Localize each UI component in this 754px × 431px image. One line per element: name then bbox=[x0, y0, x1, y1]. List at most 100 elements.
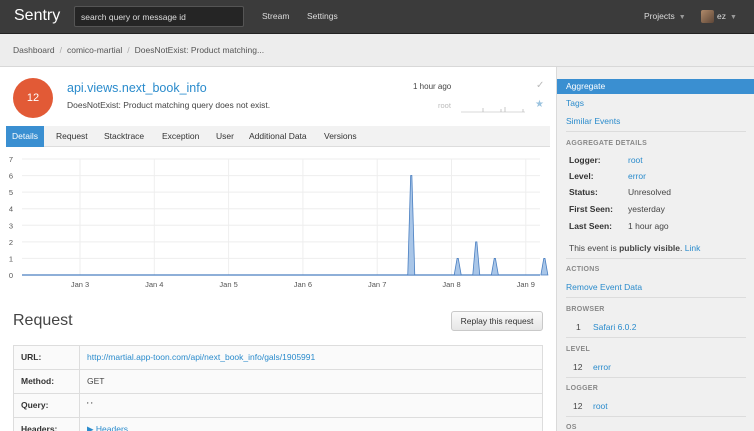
breadcrumb-current: DoesNotExist: Product matching... bbox=[134, 45, 265, 55]
y-tick-label: 2 bbox=[9, 238, 13, 247]
tab-details[interactable]: Details bbox=[6, 126, 44, 147]
detail-level-link[interactable]: error bbox=[628, 171, 646, 181]
area-spike bbox=[453, 258, 462, 276]
breadcrumb-dashboard[interactable]: Dashboard bbox=[13, 45, 55, 55]
avatar[interactable] bbox=[701, 10, 714, 23]
detail-key: Last Seen: bbox=[569, 221, 612, 231]
chevron-down-icon: ▼ bbox=[678, 14, 686, 21]
sidebar: Aggregate Tags Similar Events AGGREGATE … bbox=[556, 67, 754, 431]
divider bbox=[566, 258, 746, 259]
actions-heading: ACTIONS bbox=[566, 266, 600, 273]
x-tick-label: Jan 6 bbox=[294, 280, 312, 289]
request-url-link[interactable]: http://martial.app-toon.com/api/next_boo… bbox=[87, 346, 315, 369]
table-row: URL: http://martial.app-toon.com/api/nex… bbox=[14, 346, 542, 370]
table-row: Method: GET bbox=[14, 370, 542, 394]
tab-versions[interactable]: Versions bbox=[318, 126, 363, 147]
area-spike bbox=[472, 241, 481, 276]
level-value-link[interactable]: error bbox=[593, 362, 611, 372]
level-heading: LEVEL bbox=[566, 346, 591, 353]
sidebar-item-similar-events[interactable]: Similar Events bbox=[566, 116, 620, 126]
detail-first-seen-value: yesterday bbox=[628, 204, 665, 214]
projects-dropdown[interactable]: Projects ▼ bbox=[644, 11, 686, 21]
level-count: 12 bbox=[573, 362, 583, 372]
chevron-down-icon: ▼ bbox=[729, 14, 737, 21]
request-key: Query: bbox=[14, 394, 80, 417]
user-dropdown[interactable]: ez ▼ bbox=[717, 11, 737, 21]
top-navbar: Sentry search query or message id Stream… bbox=[0, 0, 754, 34]
area-spike bbox=[540, 258, 549, 276]
y-tick-label: 7 bbox=[9, 155, 13, 164]
x-tick-label: Jan 7 bbox=[368, 280, 386, 289]
logger-value-link[interactable]: root bbox=[593, 401, 608, 411]
request-headers-toggle[interactable]: ▶ Headers bbox=[87, 418, 128, 431]
divider bbox=[566, 377, 746, 378]
x-tick-label: Jan 8 bbox=[442, 280, 460, 289]
area-spike bbox=[407, 175, 416, 276]
event-title[interactable]: api.views.next_book_info bbox=[67, 81, 207, 95]
divider bbox=[566, 297, 746, 298]
breadcrumb-project[interactable]: comico-martial bbox=[67, 45, 122, 55]
x-tick-label: Jan 9 bbox=[517, 280, 535, 289]
sidebar-item-aggregate[interactable]: Aggregate bbox=[557, 79, 754, 94]
event-time-ago: 1 hour ago bbox=[413, 82, 452, 91]
os-heading: OS bbox=[566, 424, 577, 431]
request-section-title: Request bbox=[13, 312, 73, 329]
area-spike bbox=[490, 258, 499, 276]
event-frequency-chart: 0 1 2 3 4 5 6 7 Jan 3 Jan 4 Jan 5 Jan 6 Jan 7 Jan 8 Ja… bbox=[9, 155, 549, 289]
divider bbox=[566, 131, 746, 132]
event-message: DoesNotExist: Product matching query doe… bbox=[67, 100, 271, 110]
search-input[interactable]: search query or message id bbox=[74, 6, 244, 27]
table-row: Query: ' ' bbox=[14, 394, 542, 418]
user-label: ez bbox=[717, 11, 726, 21]
aggregate-details-heading: AGGREGATE DETAILS bbox=[566, 140, 648, 147]
main-content: 12 api.views.next_book_info DoesNotExist… bbox=[0, 67, 556, 431]
browser-heading: BROWSER bbox=[566, 306, 605, 313]
browser-value-link[interactable]: Safari 6.0.2 bbox=[593, 322, 636, 332]
bookmark-star-icon[interactable]: ★ bbox=[535, 99, 544, 110]
browser-count: 1 bbox=[576, 322, 581, 332]
request-table: URL: http://martial.app-toon.com/api/nex… bbox=[13, 345, 543, 431]
request-method-value: GET bbox=[87, 376, 105, 386]
detail-logger-link[interactable]: root bbox=[628, 155, 643, 165]
y-tick-label: 0 bbox=[9, 271, 13, 280]
request-query-value: ' ' bbox=[87, 400, 93, 410]
nav-settings-link[interactable]: Settings bbox=[307, 11, 338, 21]
sparkline bbox=[461, 107, 525, 113]
visibility-text: This event is publicly visible. Link bbox=[569, 243, 701, 253]
tab-additional-data[interactable]: Additional Data bbox=[243, 126, 313, 147]
x-tick-label: Jan 4 bbox=[145, 280, 163, 289]
divider bbox=[566, 337, 746, 338]
detail-key: First Seen: bbox=[569, 204, 613, 214]
request-key: Headers: bbox=[14, 418, 80, 431]
event-tabs: Details Request Stacktrace Exception Use… bbox=[6, 126, 550, 147]
visibility-link[interactable]: Link bbox=[685, 243, 701, 253]
detail-key: Status: bbox=[569, 187, 598, 197]
breadcrumb-bar: Dashboard / comico-martial / DoesNotExist: P… bbox=[0, 34, 754, 67]
projects-label: Projects bbox=[644, 11, 675, 21]
sidebar-item-label: Aggregate bbox=[566, 81, 606, 91]
table-row: Headers: ▶ Headers bbox=[14, 418, 542, 431]
event-logger-label: root bbox=[438, 101, 451, 110]
resolve-check-icon[interactable]: ✓ bbox=[536, 80, 544, 91]
divider bbox=[566, 416, 746, 417]
breadcrumb: Dashboard / comico-martial / DoesNotExist: P… bbox=[13, 45, 265, 55]
event-count-badge: 12 bbox=[13, 78, 53, 118]
tab-user[interactable]: User bbox=[210, 126, 240, 147]
nav-stream-link[interactable]: Stream bbox=[262, 11, 289, 21]
remove-event-data-link[interactable]: Remove Event Data bbox=[566, 282, 642, 292]
detail-status-value: Unresolved bbox=[628, 187, 671, 197]
y-tick-label: 5 bbox=[9, 188, 13, 197]
sidebar-item-tags[interactable]: Tags bbox=[566, 98, 584, 108]
logger-count: 12 bbox=[573, 401, 583, 411]
tab-stacktrace[interactable]: Stacktrace bbox=[98, 126, 150, 147]
y-tick-label: 4 bbox=[9, 205, 13, 214]
y-tick-label: 1 bbox=[9, 254, 13, 263]
tab-request[interactable]: Request bbox=[50, 126, 94, 147]
y-tick-label: 3 bbox=[9, 221, 13, 230]
detail-key: Logger: bbox=[569, 155, 601, 165]
x-tick-label: Jan 3 bbox=[71, 280, 89, 289]
request-key: URL: bbox=[14, 346, 80, 369]
replay-request-button[interactable]: Replay this request bbox=[451, 311, 543, 331]
tab-exception[interactable]: Exception bbox=[156, 126, 205, 147]
brand-logo[interactable]: Sentry bbox=[14, 7, 60, 25]
